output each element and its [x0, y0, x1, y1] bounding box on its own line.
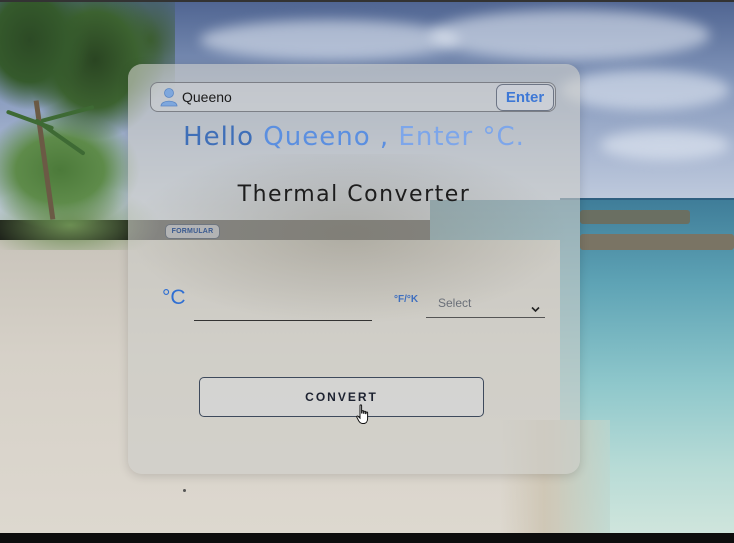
unit-select[interactable]: Select — [426, 290, 545, 318]
user-icon — [160, 87, 178, 107]
rock-wall — [580, 234, 734, 250]
celsius-label: °C — [162, 286, 186, 309]
name-bar: Enter — [150, 82, 556, 112]
hand-pointer-icon — [356, 404, 372, 426]
cloud — [600, 130, 730, 160]
islet — [580, 210, 690, 224]
bottom-edge — [0, 533, 734, 543]
greeting-name: Queeno , — [263, 122, 390, 152]
sand-speck — [183, 489, 186, 492]
formular-button[interactable]: FORMULAR — [165, 224, 220, 239]
name-input[interactable] — [182, 87, 482, 107]
enter-button[interactable]: Enter — [496, 84, 554, 111]
screen: Enter Hello Queeno , Enter °C. Thermal C… — [0, 0, 734, 543]
chevron-down-icon — [531, 299, 540, 313]
top-edge — [0, 0, 734, 2]
unit-label: °F/°K — [394, 294, 419, 305]
cloud — [200, 20, 460, 60]
converter-card: Enter Hello Queeno , Enter °C. Thermal C… — [128, 64, 580, 474]
greeting-prompt: Enter °C. — [398, 122, 525, 152]
page-title: Thermal Converter — [237, 182, 471, 207]
celsius-input[interactable] — [194, 292, 372, 321]
convert-button[interactable]: CONVERT — [199, 377, 484, 417]
unit-select-value: Select — [438, 296, 472, 310]
greeting: Hello Queeno , Enter °C. — [128, 122, 580, 152]
cloud — [560, 70, 730, 110]
greeting-hello: Hello — [183, 122, 255, 152]
cloud — [430, 10, 710, 60]
